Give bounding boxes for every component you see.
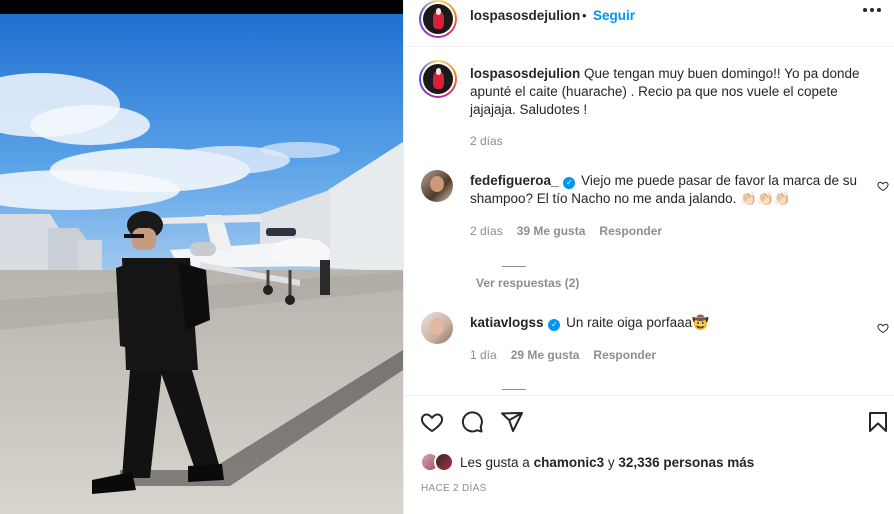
replies-divider <box>502 389 526 390</box>
verified-badge-icon: ✓ <box>548 319 561 331</box>
comment-avatar[interactable] <box>421 170 453 202</box>
comment-age[interactable]: 1 día <box>470 348 497 362</box>
more-options-icon[interactable] <box>863 8 881 12</box>
post-header: lospasosdejulion • Seguir <box>404 0 894 47</box>
likes-conjunction: y <box>607 454 615 470</box>
comment-like-heart-icon[interactable] <box>877 180 889 192</box>
caption-username[interactable]: lospasosdejulion <box>470 66 580 81</box>
comment-likes[interactable]: 39 Me gusta <box>517 224 586 238</box>
comments-list[interactable]: lospasosdejulion Que tengan muy buen dom… <box>404 48 894 395</box>
comment-likes[interactable]: 29 Me gusta <box>511 348 580 362</box>
comment-text-block: fedefigueroa_ ✓ Viejo me puede pasar de … <box>470 172 870 208</box>
comment-meta: 2 días 39 Me gusta Responder <box>470 224 662 238</box>
instagram-post-modal: lospasosdejulion • Seguir lospasosdejuli… <box>0 0 894 514</box>
comment-username[interactable]: fedefigueroa_ <box>470 173 559 188</box>
likes-summary: Les gusta a chamonic3 y 32,336 personas … <box>420 452 754 472</box>
share-icon[interactable] <box>500 410 524 434</box>
post-photo[interactable] <box>0 0 403 514</box>
post-image-illustration <box>0 0 403 514</box>
comment-text: Un raite oiga porfaaa🤠 <box>566 315 709 330</box>
author-username[interactable]: lospasosdejulion <box>470 8 580 23</box>
reply-button[interactable]: Responder <box>593 348 656 362</box>
reply-button[interactable]: Responder <box>599 224 662 238</box>
heart-icon[interactable] <box>420 410 444 434</box>
view-replies-button[interactable]: Ver respuestas (2) <box>476 276 579 290</box>
author-avatar[interactable] <box>419 0 457 38</box>
comment-avatar[interactable] <box>421 312 453 344</box>
view-replies-label[interactable]: Ver respuestas (2) <box>476 276 579 290</box>
verified-badge-icon: ✓ <box>563 177 576 189</box>
comment-icon[interactable] <box>460 410 484 434</box>
post-timestamp[interactable]: HACE 2 DÍAS <box>421 483 487 494</box>
caption-age[interactable]: 2 días <box>470 134 503 148</box>
header-separator: • <box>582 8 587 23</box>
comment-like-heart-icon[interactable] <box>877 322 889 334</box>
comment-age[interactable]: 2 días <box>470 224 503 238</box>
comment-username[interactable]: katiavlogss <box>470 315 544 330</box>
post-caption: lospasosdejulion Que tengan muy buen dom… <box>470 65 880 119</box>
post-detail-panel: lospasosdejulion • Seguir lospasosdejuli… <box>403 0 894 514</box>
likes-prefix: Les gusta a <box>460 454 530 470</box>
comment-text-block: katiavlogss ✓ Un raite oiga porfaaa🤠 <box>470 314 870 332</box>
post-actions: Les gusta a chamonic3 y 32,336 personas … <box>404 395 894 514</box>
comment-meta: 1 día 29 Me gusta Responder <box>470 348 656 362</box>
follow-button[interactable]: Seguir <box>593 8 635 23</box>
likes-count-link[interactable]: 32,336 personas más <box>618 455 754 470</box>
liker-avatar[interactable] <box>434 452 454 472</box>
likes-user-link[interactable]: chamonic3 <box>534 455 605 470</box>
replies-divider <box>502 266 526 267</box>
caption-meta: 2 días <box>470 134 503 148</box>
bookmark-icon[interactable] <box>866 410 890 434</box>
caption-author-avatar[interactable] <box>419 60 457 98</box>
